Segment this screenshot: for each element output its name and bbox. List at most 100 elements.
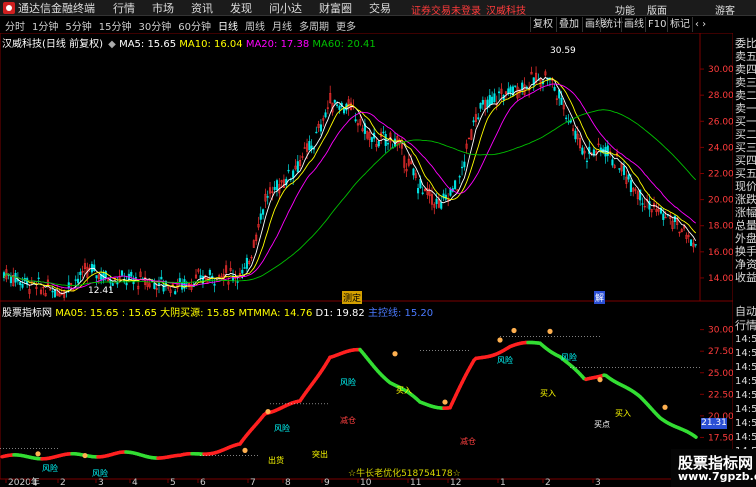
panel-item[interactable]: 收益 xyxy=(735,271,756,284)
panel-item[interactable]: 外盘 xyxy=(735,232,756,245)
menu-item-quotes[interactable]: 行情 xyxy=(113,0,135,16)
panel-item[interactable]: 行情 xyxy=(735,319,756,332)
mark-button[interactable]: 标记 xyxy=(667,17,692,32)
panel-item[interactable]: 卖四 xyxy=(735,63,756,76)
panel-item[interactable]: 总量 xyxy=(735,219,756,232)
tab-15min[interactable]: 15分钟 xyxy=(99,18,132,33)
menu-bar: 通达信金融终端 行情 市场 资讯 发现 问小达 财富圈 交易 xyxy=(0,0,756,16)
panel-item[interactable]: 卖一 xyxy=(735,102,756,115)
y-tick-label: 30.00 xyxy=(708,65,733,75)
function-menu[interactable]: 功能 xyxy=(615,2,635,17)
candle-body xyxy=(386,143,390,145)
candle-body xyxy=(491,96,494,105)
stock-name-link[interactable]: 汉威科技 xyxy=(486,2,526,17)
panel-item[interactable]: 自动 xyxy=(735,305,756,318)
menu-item-news[interactable]: 资讯 xyxy=(191,0,213,16)
layout-menu[interactable]: 版面 xyxy=(647,2,667,17)
overlay-button[interactable]: 叠加 xyxy=(556,17,581,32)
big-label: 大阴买源: 15.85 xyxy=(160,308,236,319)
candle-body xyxy=(213,283,216,286)
candle-body xyxy=(382,131,385,134)
guest-menu[interactable]: 游客 xyxy=(715,2,735,17)
tab-daily[interactable]: 日线 xyxy=(218,18,238,33)
y-tick-label: 26.00 xyxy=(708,117,733,127)
chart-title: 汉威科技(日线 前复权) xyxy=(2,39,103,50)
candle-body xyxy=(460,166,464,169)
breakout-label: 突出 xyxy=(312,450,328,459)
menu-item-market[interactable]: 市场 xyxy=(152,0,174,16)
tab-5min[interactable]: 5分钟 xyxy=(65,18,91,33)
panel-item[interactable]: 委比 xyxy=(735,37,756,50)
tab-multi-period[interactable]: 多周期 xyxy=(299,18,329,33)
watermark-url: www.7gpzb.com xyxy=(678,470,756,483)
candle-body xyxy=(79,271,82,276)
tab-intraday[interactable]: 分时 xyxy=(5,18,25,33)
risk-label: 风险 xyxy=(561,353,577,362)
indicator-tick-label: 17.50 xyxy=(708,433,733,443)
y-tick-label: 28.00 xyxy=(708,91,733,101)
menu-item-ask[interactable]: 问小达 xyxy=(269,0,302,16)
panel-item[interactable]: 卖二 xyxy=(735,89,756,102)
candle-body xyxy=(19,281,22,286)
candle-body xyxy=(241,269,244,274)
panel-item[interactable]: 换手 xyxy=(735,245,756,258)
tab-more[interactable]: 更多 xyxy=(336,18,356,33)
panel-time: 14:50 xyxy=(735,390,756,401)
signal-hand-icon xyxy=(497,337,503,343)
ma15-label: : 15.65 xyxy=(121,308,157,319)
adjust-button[interactable]: 复权 xyxy=(530,17,555,32)
candle-body xyxy=(51,290,54,293)
panel-item[interactable]: 买二 xyxy=(735,128,756,141)
candle-body xyxy=(435,198,438,204)
candle-body xyxy=(458,176,461,178)
candle-body xyxy=(641,203,644,205)
unlock-marker[interactable]: 解 xyxy=(594,291,606,304)
candle-body xyxy=(622,165,626,176)
signal-hand-icon xyxy=(442,399,448,405)
line-draw-button[interactable]: 画线 xyxy=(621,17,646,32)
panel-item[interactable]: 卖三 xyxy=(735,76,756,89)
signal-hand-icon xyxy=(35,451,41,457)
panel-item[interactable]: 买四 xyxy=(735,154,756,167)
candle-body xyxy=(581,147,584,155)
panel-item[interactable]: 涨跌 xyxy=(735,193,756,206)
ma60-label: MA60: 20.41 xyxy=(312,39,376,50)
candle-body xyxy=(412,168,415,176)
tab-30min[interactable]: 30分钟 xyxy=(138,18,171,33)
candle-body xyxy=(585,160,589,163)
menu-item-trade[interactable]: 交易 xyxy=(369,0,391,16)
panel-time: 14:50 xyxy=(735,418,756,429)
panel-item[interactable]: 买五 xyxy=(735,167,756,180)
candle-body xyxy=(287,169,290,172)
panel-item[interactable]: 现价 xyxy=(735,180,756,193)
candle-body xyxy=(521,82,524,90)
panel-item[interactable]: 卖五 xyxy=(735,50,756,63)
panel-item[interactable]: 买三 xyxy=(735,141,756,154)
tab-1min[interactable]: 1分钟 xyxy=(32,18,58,33)
tab-60min[interactable]: 60分钟 xyxy=(178,18,211,33)
measure-marker[interactable]: 测定 xyxy=(342,291,363,304)
panel-item[interactable]: 买一 xyxy=(735,115,756,128)
login-notice[interactable]: 证券交易未登录 xyxy=(411,2,481,17)
candle-body xyxy=(95,275,98,279)
buy-label: 买入 xyxy=(396,386,412,395)
candle-body xyxy=(74,279,77,281)
candle-body xyxy=(292,170,295,178)
candle-body xyxy=(662,213,665,220)
time-axis-label: 3 xyxy=(98,478,104,487)
signal-hand-icon xyxy=(547,328,553,334)
candle-body xyxy=(310,145,313,149)
panel-item[interactable]: 涨幅 xyxy=(735,206,756,219)
tab-monthly[interactable]: 月线 xyxy=(272,18,292,33)
author-signature: ☆牛长老优化518754178☆ xyxy=(348,469,461,479)
window-controls[interactable]: ‹ › xyxy=(692,17,732,32)
candle-body xyxy=(37,277,40,279)
tab-weekly[interactable]: 周线 xyxy=(245,18,265,33)
y-tick-label: 14.00 xyxy=(708,274,733,284)
menu-item-wealth[interactable]: 财富圈 xyxy=(319,0,352,16)
f10-button[interactable]: F10 xyxy=(645,17,668,32)
panel-item[interactable]: 净资 xyxy=(735,258,756,271)
candle-body xyxy=(479,102,482,109)
menu-item-discover[interactable]: 发现 xyxy=(230,0,252,16)
time-axis-label: 1 xyxy=(500,478,506,487)
